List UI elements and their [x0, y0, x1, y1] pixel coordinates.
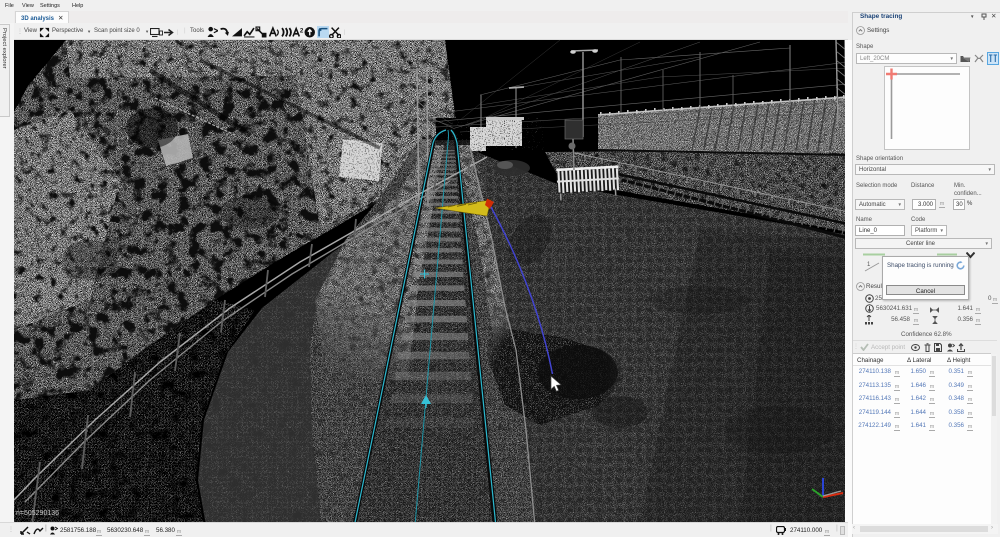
svg-text:1: 1	[867, 262, 871, 268]
svg-text:n=505290136: n=505290136	[16, 510, 59, 517]
svg-text:2: 2	[300, 27, 304, 34]
